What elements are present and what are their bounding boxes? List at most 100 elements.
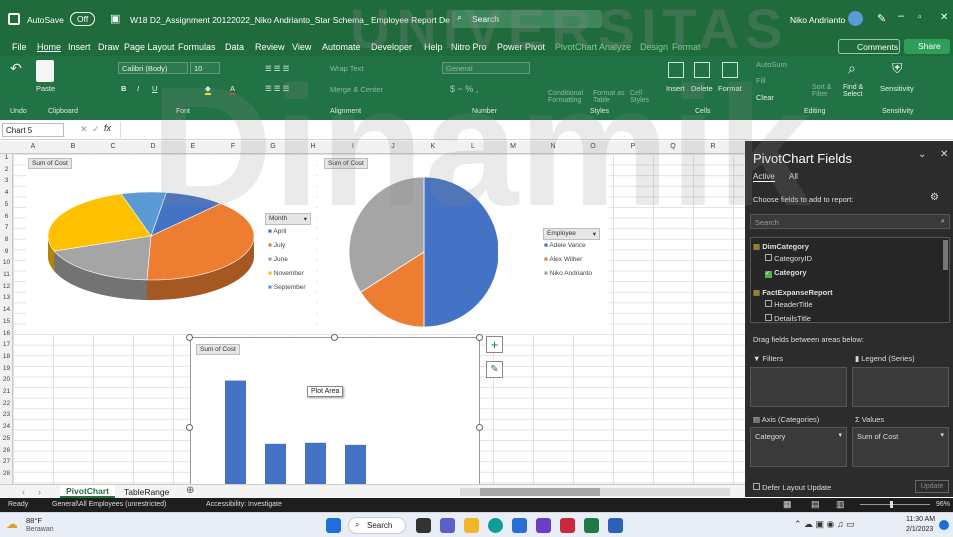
align-icon[interactable]: ☰ ☰ ☰	[265, 64, 289, 73]
row-header-18[interactable]: 18	[0, 353, 13, 360]
fx-button[interactable]: fx	[104, 123, 111, 133]
word-icon[interactable]	[608, 518, 623, 533]
row-header-8[interactable]: 8	[0, 236, 13, 243]
column-header-O[interactable]: O	[573, 143, 613, 150]
row-header-7[interactable]: 7	[0, 224, 13, 231]
accessibility-status[interactable]: Accessibility: Investigate	[206, 501, 282, 508]
bar-chart-selected[interactable]: Sum of Cost Plot Area	[190, 337, 480, 487]
column-header-I[interactable]: I	[333, 143, 373, 150]
underline-button[interactable]: U	[152, 84, 157, 93]
prev-sheet-icon[interactable]: ‹	[22, 487, 25, 497]
next-sheet-icon[interactable]: ›	[38, 487, 41, 497]
sensitivity-icon[interactable]: ⛨	[892, 60, 903, 77]
field-category[interactable]: ✓ Category	[765, 268, 807, 278]
search-box[interactable]: ⌕ Search	[452, 10, 602, 28]
sensitivity-policy[interactable]: General\All Employees (unrestricted)	[52, 501, 166, 508]
fill-button[interactable]: Fill	[756, 76, 766, 85]
row-header-9[interactable]: 9	[0, 248, 13, 255]
row-header-13[interactable]: 13	[0, 294, 13, 301]
menu-page-layout[interactable]: Page Layout	[124, 42, 175, 52]
row-header-10[interactable]: 10	[0, 259, 13, 266]
currency-icon[interactable]: $ ~ % ,	[450, 84, 478, 94]
bold-button[interactable]: B	[121, 84, 126, 93]
row-header-26[interactable]: 26	[0, 447, 13, 454]
chevron-down-icon[interactable]: ▾	[940, 431, 944, 439]
chart-elements-button[interactable]: +	[486, 336, 503, 353]
normal-view-icon[interactable]: ▦	[783, 499, 792, 510]
filters-area[interactable]	[750, 367, 847, 407]
row-header-4[interactable]: 4	[0, 189, 13, 196]
delete-button[interactable]: Delete	[691, 84, 713, 93]
table-dimcategory[interactable]: ▦ DimCategory	[753, 242, 809, 251]
row-header-15[interactable]: 15	[0, 318, 13, 325]
row-header-11[interactable]: 11	[0, 271, 13, 278]
resize-handle[interactable]	[331, 334, 338, 341]
field-detailstitle[interactable]: DetailsTitle	[765, 314, 811, 322]
column-header-D[interactable]: D	[133, 143, 173, 150]
format-button[interactable]: Format	[718, 84, 742, 93]
chevron-down-icon[interactable]: ▾	[838, 431, 842, 439]
menu-automate[interactable]: Automate	[322, 42, 361, 52]
autosum-button[interactable]: AutoSum	[756, 60, 787, 69]
pane-close-icon[interactable]: ✕	[940, 149, 948, 160]
sensitivity-button[interactable]: Sensitivity	[880, 84, 914, 93]
enter-icon[interactable]: ✓	[92, 124, 100, 135]
store-icon[interactable]	[512, 518, 527, 533]
undo-icon[interactable]: ↶	[10, 60, 22, 77]
values-area[interactable]: Sum of Cost ▾	[852, 427, 949, 467]
legend-area[interactable]	[852, 367, 949, 407]
menu-insert[interactable]: Insert	[68, 42, 91, 52]
fill-color-icon[interactable]: ◆	[205, 84, 211, 95]
row-header-20[interactable]: 20	[0, 376, 13, 383]
font-size-dropdown[interactable]: 10	[190, 62, 220, 74]
resize-handle[interactable]	[476, 424, 483, 431]
resize-handle[interactable]	[186, 334, 193, 341]
column-header-Q[interactable]: Q	[653, 143, 693, 150]
update-button[interactable]: Update	[915, 480, 949, 493]
menu-formulas[interactable]: Formulas	[178, 42, 216, 52]
menu-home[interactable]: Home	[37, 42, 61, 52]
italic-button[interactable]: I	[137, 84, 139, 93]
clear-button[interactable]: Clear	[756, 93, 774, 102]
sort-filter-button[interactable]: Sort & Filter	[812, 84, 842, 98]
row-header-17[interactable]: 17	[0, 341, 13, 348]
page-break-icon[interactable]: ▥	[836, 499, 845, 510]
align-bottom-icon[interactable]: ☰ ☰ ☰	[265, 84, 289, 93]
menu-review[interactable]: Review	[255, 42, 285, 52]
notification-badge[interactable]	[939, 520, 949, 530]
find-icon[interactable]: ⌕	[848, 60, 856, 77]
format-cells-icon[interactable]	[722, 62, 738, 78]
conditional-formatting-button[interactable]: Conditional Formatting	[548, 90, 594, 104]
field-button-sum-of-cost[interactable]: Sum of Cost	[28, 158, 72, 169]
nitro-icon[interactable]	[560, 518, 575, 533]
column-header-M[interactable]: M	[493, 143, 533, 150]
wrap-text-button[interactable]: Wrap Text	[330, 64, 364, 73]
menu-help[interactable]: Help	[424, 42, 443, 52]
field-categoryid[interactable]: CategoryID	[765, 254, 812, 263]
minimize-icon[interactable]: –	[898, 10, 904, 22]
column-header-P[interactable]: P	[613, 143, 653, 150]
row-header-25[interactable]: 25	[0, 435, 13, 442]
excel-taskbar-icon[interactable]	[584, 518, 599, 533]
menu-format[interactable]: Format	[672, 42, 701, 52]
weather-icon[interactable]: ☁	[6, 517, 18, 531]
axis-area[interactable]: Category ▾	[750, 427, 847, 467]
axis-field-category[interactable]: Category	[755, 432, 785, 441]
column-header-C[interactable]: C	[93, 143, 133, 150]
row-header-5[interactable]: 5	[0, 201, 13, 208]
row-header-16[interactable]: 16	[0, 330, 13, 337]
row-header-3[interactable]: 3	[0, 177, 13, 184]
autosave-toggle[interactable]: Off	[70, 12, 96, 26]
font-name-dropdown[interactable]: Calibri (Body)	[118, 62, 188, 74]
row-header-12[interactable]: 12	[0, 283, 13, 290]
column-header-G[interactable]: G	[253, 143, 293, 150]
teams-icon[interactable]	[440, 518, 455, 533]
menu-power-pivot[interactable]: Power Pivot	[497, 42, 545, 52]
sheet-tab-tablerange[interactable]: TableRange	[118, 486, 175, 498]
menu-nitro[interactable]: Nitro Pro	[451, 42, 487, 52]
row-header-14[interactable]: 14	[0, 306, 13, 313]
zoom-slider[interactable]	[860, 501, 930, 508]
field-button-sum-of-cost[interactable]: Sum of Cost	[324, 158, 368, 169]
tab-all[interactable]: All	[789, 172, 798, 181]
number-format-dropdown[interactable]: General	[442, 62, 530, 74]
